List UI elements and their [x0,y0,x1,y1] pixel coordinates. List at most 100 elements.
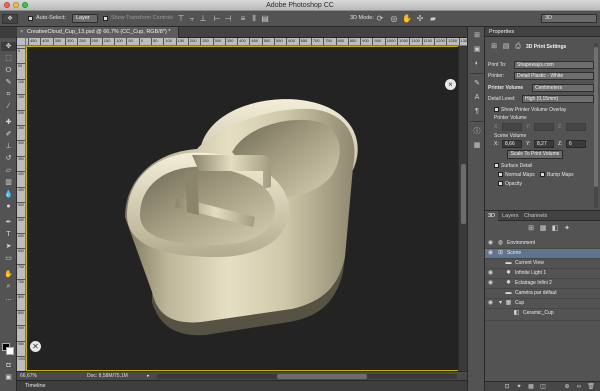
align-left-icon[interactable]: ⊢ [212,13,222,24]
cube-icon[interactable]: ◫ [539,383,547,391]
background-color-swatch[interactable] [6,347,14,355]
auto-align-icon[interactable]: ▤ [260,13,270,24]
render-icon[interactable]: ⊡ [503,383,511,391]
new-item-icon[interactable]: ⊕ [563,383,571,391]
filter-mesh-icon[interactable]: ▦ [539,225,547,233]
distribute-icon[interactable]: ≡ [238,13,248,24]
detail-level-dropdown[interactable]: High (0,15mm) [522,95,594,103]
align-center-icon[interactable]: ⊣ [223,13,233,24]
brush-tool-icon[interactable]: ✐ [1,130,16,139]
eye-icon[interactable]: ◉ [487,280,494,287]
screen-mode-icon[interactable]: ▣ [1,373,16,382]
blur-tool-icon[interactable]: 💧 [1,190,16,199]
horizontal-scrollbar[interactable] [157,374,457,379]
filter-scene-icon[interactable]: ⊞ [527,225,535,233]
3d-scale-icon[interactable]: ▰ [428,13,438,24]
character-icon[interactable]: A [471,93,483,103]
tab-3d[interactable]: 3D [485,211,499,221]
horizontal-scroll-thumb[interactable] [277,374,367,379]
normal-maps-checkbox[interactable] [498,172,503,177]
quick-select-tool-icon[interactable]: ✎ [1,78,16,87]
zoom-tool-icon[interactable]: ⌕ [1,282,16,291]
trash-icon[interactable]: 🗑 [587,383,595,391]
ruler-origin[interactable] [17,38,26,46]
pen-tool-icon[interactable]: ✒ [1,218,16,227]
align-middle-icon[interactable]: ⫟ [187,13,197,24]
print-settings-icon[interactable]: ▤ [502,43,510,51]
vertical-scrollbar[interactable] [458,46,467,371]
marquee-tool-icon[interactable]: ⬚ [1,54,16,63]
bump-maps-checkbox[interactable] [540,172,545,177]
tool-preset-picker[interactable]: ✥ [2,14,18,24]
sv-z-field[interactable]: 6 [566,140,586,148]
dodge-tool-icon[interactable]: ● [1,202,16,211]
sv-x-field[interactable]: 8,66 [502,140,522,148]
tab-channels[interactable]: Channels [521,211,550,221]
align-bottom-icon[interactable]: ⊥ [198,13,208,24]
eye-icon[interactable]: ◉ [487,300,494,307]
document-tab[interactable]: × CreativeCloud_Cup_13.psd @ 66,7% (CC_C… [17,27,179,38]
navigator-icon[interactable]: ▦ [471,141,483,151]
properties-panel-icon[interactable]: ▣ [471,45,483,55]
quick-mask-icon[interactable]: ◘ [1,361,16,370]
document-canvas[interactable]: × ✕ [26,46,467,371]
cup-3d-render[interactable] [27,47,467,371]
surface-detail-checkbox[interactable] [494,163,499,168]
status-menu-arrow-icon[interactable]: ▸ [147,372,150,380]
clone-stamp-icon[interactable]: ⊥ [1,142,16,151]
close-3d-widget-icon[interactable]: × [445,79,456,90]
info-icon[interactable]: ⓘ [471,127,483,137]
list-item[interactable]: ◧ Ceramic_Cup [485,309,600,321]
3d-axis-widget-icon[interactable]: ✕ [30,341,41,352]
eye-icon[interactable]: ◉ [487,270,494,277]
filter-light-icon[interactable]: ✦ [563,225,571,233]
list-item[interactable]: ◉ ⊞ Scene [485,249,600,259]
history-icon[interactable]: ⊞ [471,31,483,41]
workspace-dropdown[interactable]: 3D [541,14,597,23]
properties-tab[interactable]: Properties [485,27,600,37]
eye-icon[interactable]: ◉ [487,240,494,247]
printer-volume-dropdown[interactable]: Centimeters [532,84,594,92]
type-tool-icon[interactable]: T [1,230,16,239]
paragraph-icon[interactable]: ¶ [471,107,483,117]
tab-layers[interactable]: Layers [499,211,522,221]
auto-select-checkbox[interactable] [28,16,33,21]
eraser-tool-icon[interactable]: ▱ [1,166,16,175]
align-top-icon[interactable]: ⊤ [176,13,186,24]
history-brush-icon[interactable]: ↺ [1,154,16,163]
extras-icon[interactable]: … [1,294,16,303]
3d-orbit-icon[interactable]: ⟳ [375,13,385,24]
sv-y-field[interactable]: 8,27 [534,140,554,148]
3d-roll-icon[interactable]: ◎ [389,13,399,24]
3d-pan-icon[interactable]: ✋ [402,13,412,24]
lasso-tool-icon[interactable]: ⵔ [1,66,16,75]
hand-tool-icon[interactable]: ✋ [1,270,16,279]
filter-material-icon[interactable]: ◧ [551,225,559,233]
shape-tool-icon[interactable]: ▭ [1,254,16,263]
list-item[interactable]: ▬ Current View [485,259,600,269]
properties-scrollbar[interactable] [594,43,598,208]
eyedropper-tool-icon[interactable]: ⁄ [1,102,16,111]
path-select-icon[interactable]: ➤ [1,242,16,251]
list-item[interactable]: ◉ ✸ Eclairage Infini 2 [485,279,600,289]
add-light-icon[interactable]: ✦ [515,383,523,391]
brush-panel-icon[interactable]: ✎ [471,79,483,89]
link-icon[interactable]: ∞ [575,383,583,391]
3d-slide-icon[interactable]: ✣ [415,13,425,24]
show-overlay-checkbox[interactable] [494,107,499,112]
adjustments-icon[interactable]: ◐ [471,59,483,69]
show-transform-checkbox[interactable] [103,16,108,21]
auto-select-dropdown[interactable]: Layer [72,14,98,23]
healing-brush-icon[interactable]: ✚ [1,118,16,127]
eye-icon[interactable]: ◉ [487,250,494,257]
gradient-tool-icon[interactable]: ▥ [1,178,16,187]
printer-dropdown[interactable]: Detail Plastic - White [514,72,594,80]
new-layer-icon[interactable]: ▦ [527,383,535,391]
close-tab-icon[interactable]: × [20,27,23,38]
crop-tool-icon[interactable]: ⌗ [1,90,16,99]
list-item[interactable]: ▬ Caméra par défaut [485,289,600,299]
move-tool-icon[interactable]: ✥ [1,42,16,51]
scene-icon[interactable]: ⊞ [490,43,498,51]
scale-to-print-volume-button[interactable]: Scale To Print Volume [507,150,563,159]
expand-arrow-icon[interactable]: ▾ [497,300,504,307]
